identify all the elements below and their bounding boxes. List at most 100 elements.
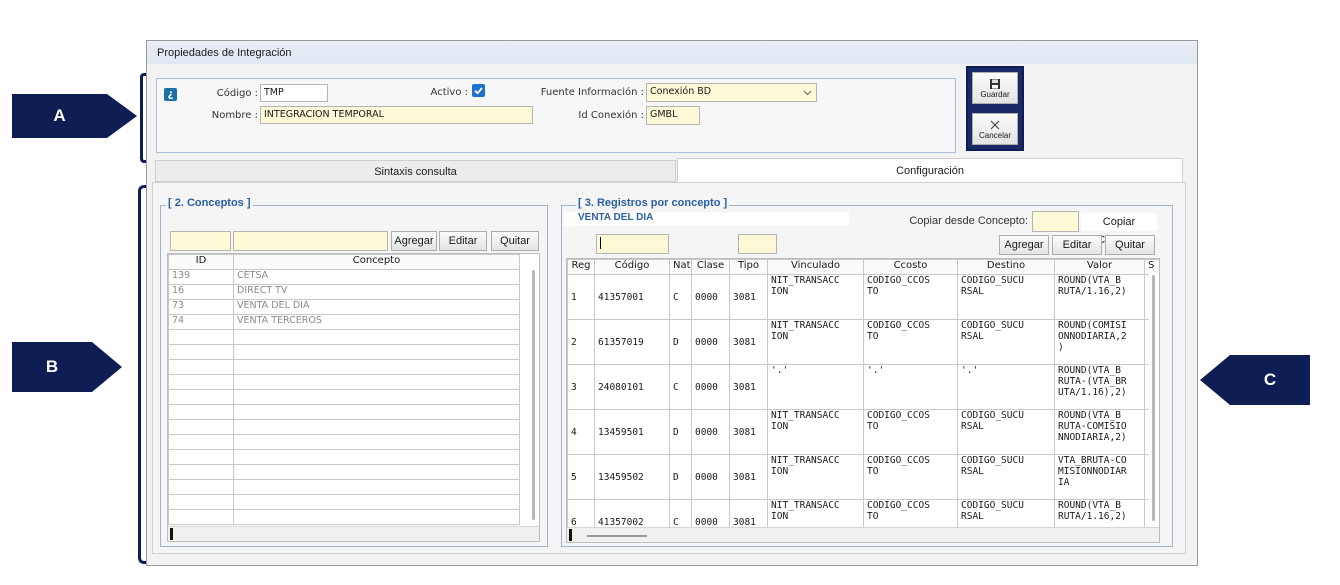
conceptos-legend: [ 2. Conceptos ] bbox=[166, 197, 253, 209]
fuente-label: Fuente Información : bbox=[540, 87, 644, 98]
callout-c: C bbox=[1230, 355, 1310, 405]
registros-hscroll-thumb[interactable] bbox=[587, 535, 647, 537]
registros-scrollbar[interactable] bbox=[1149, 273, 1159, 525]
info-icon[interactable]: ¿ bbox=[164, 88, 177, 101]
cell-id: 74 bbox=[168, 314, 234, 330]
table-row[interactable] bbox=[168, 434, 520, 450]
col-vinculado-header[interactable]: Vinculado bbox=[767, 259, 864, 275]
cell-id bbox=[168, 344, 234, 360]
conceptos-quitar-button[interactable]: Quitar bbox=[491, 231, 539, 251]
table-row[interactable]: 73 VENTA DEL DIA bbox=[168, 299, 520, 315]
table-row[interactable]: 3 24080101 C 0000 3081 '.' '.' '.' ROUND(VTA_B R… bbox=[567, 364, 1159, 410]
cell-concepto: VENTA TERCEROS bbox=[233, 314, 520, 330]
codigo-field[interactable]: TMP bbox=[260, 84, 328, 102]
table-row[interactable] bbox=[168, 449, 520, 465]
col-id-header[interactable]: ID bbox=[168, 254, 234, 270]
cell-destino: CODIGO_SUCU RSAL bbox=[957, 454, 1055, 500]
col-destino-header[interactable]: Destino bbox=[957, 259, 1055, 275]
cell-concepto bbox=[233, 449, 520, 465]
table-row[interactable] bbox=[168, 509, 520, 525]
fuente-select[interactable]: Conexión BD bbox=[646, 83, 817, 102]
cell-concepto bbox=[233, 464, 520, 480]
cell-id bbox=[168, 449, 234, 465]
callout-b: B bbox=[12, 342, 92, 392]
table-row[interactable] bbox=[168, 419, 520, 435]
idcon-field[interactable]: GMBL bbox=[646, 106, 700, 125]
table-row[interactable] bbox=[168, 494, 520, 510]
guardar-button[interactable]: Guardar bbox=[972, 72, 1018, 104]
table-row[interactable]: 74 VENTA TERCEROS bbox=[168, 314, 520, 330]
close-icon bbox=[990, 120, 1000, 129]
nombre-field[interactable]: INTEGRACION TEMPORAL bbox=[260, 106, 533, 124]
cell-valor: ROUND(VTA_B RUTA-(VTA_BR UTA/1.16),2) bbox=[1054, 364, 1145, 410]
col-ccosto-header[interactable]: Ccosto bbox=[863, 259, 958, 275]
cell-clase: 0000 bbox=[691, 409, 730, 455]
table-row[interactable]: 4 13459501 D 0000 3081 NIT_TRANSACC ION CODIGO… bbox=[567, 409, 1159, 455]
copiar-field[interactable] bbox=[1032, 211, 1079, 232]
cell-valor: ROUND(COMISI ONNODIARIA,2 ) bbox=[1054, 319, 1145, 365]
cell-reg: 1 bbox=[567, 274, 595, 320]
cell-reg: 2 bbox=[567, 319, 595, 365]
cell-nat: D bbox=[669, 319, 692, 365]
cell-vinculado: NIT_TRANSACC ION bbox=[767, 319, 864, 365]
table-row[interactable] bbox=[168, 389, 520, 405]
registros-tipo-filter[interactable] bbox=[738, 234, 777, 254]
registros-editar-button[interactable]: Editar bbox=[1052, 235, 1102, 255]
conceptos-scroll-thumb[interactable] bbox=[532, 270, 535, 520]
table-row[interactable] bbox=[168, 359, 520, 375]
col-clase-header[interactable]: Clase bbox=[691, 259, 730, 275]
col-valor-header[interactable]: Valor bbox=[1054, 259, 1145, 275]
cell-codigo: 13459501 bbox=[594, 409, 670, 455]
cell-concepto bbox=[233, 509, 520, 525]
table-row[interactable]: 5 13459502 D 0000 3081 NIT_TRANSACC ION CODIGO… bbox=[567, 454, 1159, 500]
table-row[interactable] bbox=[168, 344, 520, 360]
cell-id bbox=[168, 479, 234, 495]
tab-configuracion[interactable]: Configuración bbox=[677, 158, 1183, 182]
conceptos-scrollbar[interactable] bbox=[529, 268, 539, 523]
col-codigo-header[interactable]: Código bbox=[594, 259, 670, 275]
cell-destino: CODIGO_SUCU RSAL bbox=[957, 319, 1055, 365]
conceptos-hscroll-thumb[interactable] bbox=[170, 528, 173, 540]
table-row[interactable] bbox=[168, 329, 520, 345]
copiar-button[interactable]: Copiar Cta/Cpto bbox=[1081, 213, 1157, 246]
cell-destino: CODIGO_SUCU RSAL bbox=[957, 409, 1055, 455]
conceptos-hscroll[interactable] bbox=[168, 526, 539, 541]
registros-hscroll[interactable] bbox=[567, 527, 1159, 542]
cell-concepto bbox=[233, 404, 520, 420]
table-row[interactable]: 1 41357001 C 0000 3081 NIT_TRANSACC ION CODIGO… bbox=[567, 274, 1159, 320]
callout-a: A bbox=[12, 94, 107, 138]
table-row[interactable]: 2 61357019 D 0000 3081 NIT_TRANSACC ION CODIGO… bbox=[567, 319, 1159, 365]
cell-nat: C bbox=[669, 364, 692, 410]
cell-id bbox=[168, 404, 234, 420]
registros-codigo-filter[interactable] bbox=[596, 234, 669, 254]
conceptos-id-filter[interactable] bbox=[170, 231, 231, 251]
cell-id bbox=[168, 419, 234, 435]
table-row[interactable]: 16 DIRECT TV bbox=[168, 284, 520, 300]
table-row[interactable] bbox=[168, 374, 520, 390]
conceptos-editar-button[interactable]: Editar bbox=[439, 231, 487, 251]
conceptos-agregar-button[interactable]: Agregar bbox=[391, 231, 437, 251]
table-row[interactable] bbox=[168, 479, 520, 495]
table-row[interactable] bbox=[168, 404, 520, 420]
table-row[interactable] bbox=[168, 464, 520, 480]
cancelar-button[interactable]: Cancelar bbox=[972, 113, 1018, 145]
table-row[interactable]: 139 CETSA bbox=[168, 269, 520, 285]
cell-clase: 0000 bbox=[691, 454, 730, 500]
cell-codigo: 13459502 bbox=[594, 454, 670, 500]
fuente-select-value: Conexión BD bbox=[650, 86, 712, 97]
activo-checkbox[interactable] bbox=[472, 84, 485, 97]
cell-id bbox=[168, 374, 234, 390]
col-reg-header[interactable]: Reg bbox=[567, 259, 595, 275]
col-tipo-header[interactable]: Tipo bbox=[729, 259, 768, 275]
col-nat-header[interactable]: Nat bbox=[669, 259, 692, 275]
registros-scroll-thumb[interactable] bbox=[1152, 275, 1155, 521]
registros-quitar-button[interactable]: Quitar bbox=[1105, 235, 1155, 255]
guardar-label: Guardar bbox=[980, 89, 1010, 99]
save-icon bbox=[990, 78, 1000, 89]
cell-concepto bbox=[233, 389, 520, 405]
cell-clase: 0000 bbox=[691, 319, 730, 365]
registros-agregar-button[interactable]: Agregar bbox=[999, 235, 1049, 255]
conceptos-name-filter[interactable] bbox=[233, 231, 388, 251]
col-concepto-header[interactable]: Concepto bbox=[233, 254, 520, 270]
tab-sintaxis[interactable]: Sintaxis consulta bbox=[155, 160, 676, 182]
